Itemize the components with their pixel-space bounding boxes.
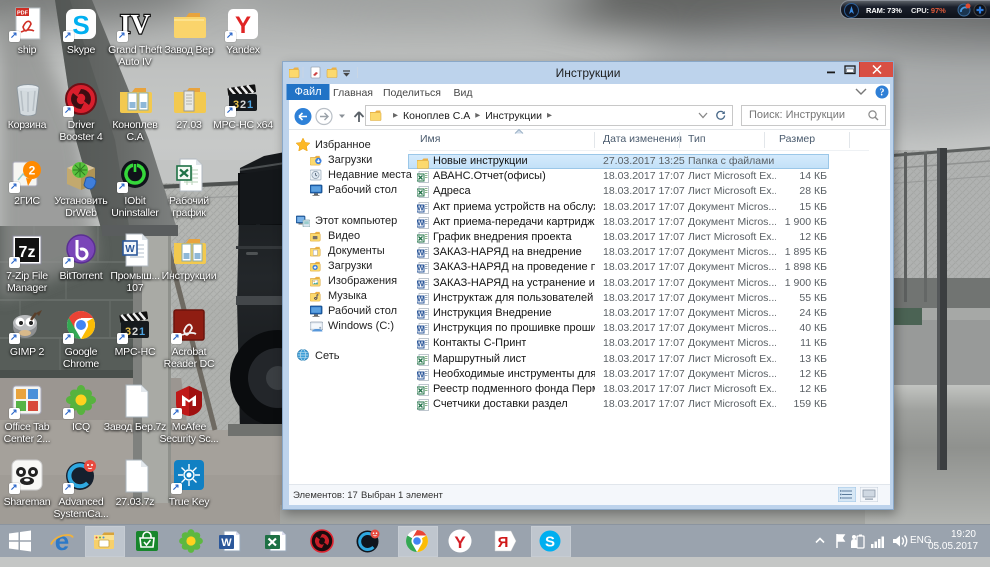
svg-text:Я: Я (498, 534, 509, 551)
svg-text:W: W (417, 372, 424, 379)
svg-text:W: W (417, 312, 424, 319)
svg-text:W: W (417, 296, 424, 303)
svg-text:W: W (417, 342, 424, 349)
svg-text:W: W (417, 266, 424, 273)
svg-text:?: ? (880, 88, 885, 99)
svg-text:1: 1 (139, 326, 145, 338)
svg-text:2: 2 (132, 326, 138, 338)
svg-text:W: W (417, 205, 424, 212)
svg-text:W: W (125, 244, 135, 255)
svg-text:Y: Y (454, 533, 466, 552)
svg-text:W: W (417, 327, 424, 334)
svg-text:W: W (417, 220, 424, 227)
svg-text:S: S (545, 534, 555, 551)
svg-text:7z: 7z (19, 244, 36, 261)
svg-text:PDF: PDF (17, 11, 29, 17)
svg-text:S: S (72, 10, 89, 40)
svg-text:1: 1 (247, 99, 253, 111)
svg-text:W: W (417, 251, 424, 258)
svg-text:Y: Y (235, 12, 251, 39)
svg-text:2: 2 (240, 99, 246, 111)
svg-text:W: W (417, 281, 424, 288)
svg-text:W: W (221, 537, 232, 549)
svg-text:e: e (55, 529, 69, 553)
svg-text:2: 2 (29, 164, 36, 178)
